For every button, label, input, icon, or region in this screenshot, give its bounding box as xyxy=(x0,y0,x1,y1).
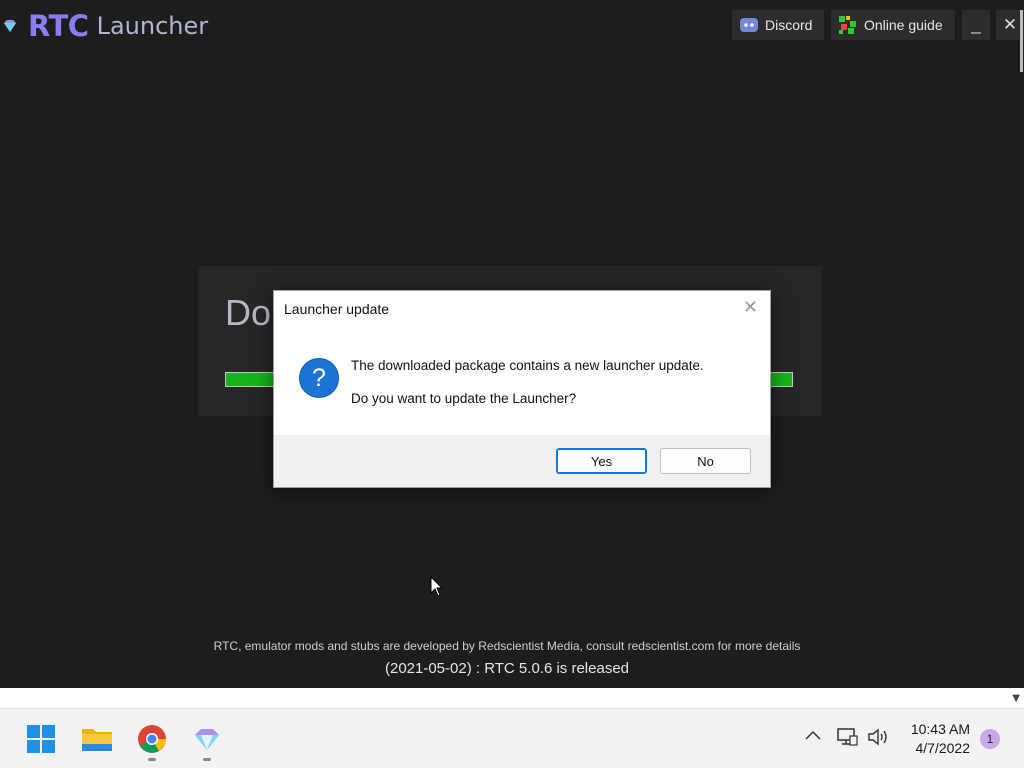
online-guide-button[interactable]: Online guide xyxy=(831,10,955,40)
volume-icon[interactable] xyxy=(867,727,889,752)
dialog-close-button[interactable]: ✕ xyxy=(743,297,758,318)
launcher-update-dialog: Launcher update ✕ ? The downloaded packa… xyxy=(273,290,771,488)
no-button[interactable]: No xyxy=(660,448,751,474)
file-explorer-icon[interactable] xyxy=(81,723,113,755)
dialog-title: Launcher update xyxy=(284,301,390,317)
dialog-message-line2: Do you want to update the Launcher? xyxy=(351,391,577,406)
online-guide-label: Online guide xyxy=(864,17,943,33)
news-text: (2021-05-02) : RTC 5.0.6 is released xyxy=(384,660,629,677)
show-hidden-icons-chevron-icon[interactable] xyxy=(804,727,822,750)
windows-start-icon[interactable] xyxy=(25,723,57,755)
logo-launcher-text: Launcher xyxy=(96,12,209,40)
taskbar: 10:43 AM 4/7/2022 1 xyxy=(0,708,1024,768)
gem-logo-icon xyxy=(4,20,16,32)
discord-icon xyxy=(740,18,758,32)
rtc-launcher-window: RTC Launcher Discord Online guide _ ✕ Do… xyxy=(0,0,1024,688)
scroll-down-arrow-icon[interactable]: ▼ xyxy=(1012,693,1020,704)
discord-label: Discord xyxy=(765,17,813,33)
clock-time: 10:43 AM xyxy=(910,721,970,737)
app-logo: RTC Launcher xyxy=(2,6,208,46)
question-icon: ? xyxy=(299,358,339,398)
progress-bar-right xyxy=(768,372,793,387)
vertical-scrollbar[interactable] xyxy=(1020,10,1023,72)
credits-text: RTC, emulator mods and stubs are develop… xyxy=(213,639,801,653)
panel-heading: Do xyxy=(225,292,272,333)
yes-button[interactable]: Yes xyxy=(556,448,647,474)
mouse-cursor-icon xyxy=(430,576,444,597)
system-clock[interactable]: 10:43 AM 4/7/2022 xyxy=(911,720,970,758)
guide-icon xyxy=(839,16,856,34)
discord-button[interactable]: Discord xyxy=(732,10,824,40)
network-icon[interactable] xyxy=(836,727,858,752)
dialog-message-line1: The downloaded package contains a new la… xyxy=(351,358,704,373)
progress-bar-left xyxy=(225,372,275,387)
chrome-running-indicator xyxy=(148,758,156,761)
clock-date: 4/7/2022 xyxy=(915,740,971,756)
rtc-running-indicator xyxy=(203,758,211,761)
horizontal-scrollbar[interactable]: ▼ xyxy=(0,688,1024,708)
logo-rtc-text: RTC xyxy=(28,9,89,43)
chrome-icon[interactable] xyxy=(136,723,168,755)
rtc-launcher-icon[interactable] xyxy=(191,723,223,755)
notification-badge[interactable]: 1 xyxy=(980,729,1000,749)
minimize-button[interactable]: _ xyxy=(962,10,990,40)
